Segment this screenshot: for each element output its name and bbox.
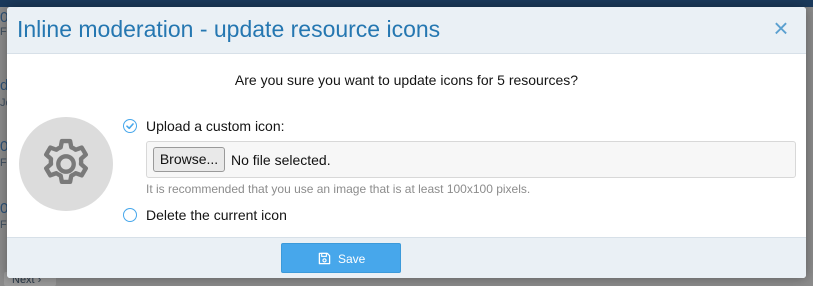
resource-icon-preview [19,117,113,211]
background-topbar [0,0,813,7]
size-hint: It is recommended that you use an image … [146,182,531,196]
dialog-title: Inline moderation - update resource icon… [17,16,441,42]
close-icon[interactable]: × [770,15,792,41]
upload-radio[interactable] [123,119,137,133]
save-label: Save [338,252,366,266]
file-status: No file selected. [231,152,331,168]
dialog-footer: Save [7,237,806,278]
delete-label: Delete the current icon [146,207,287,223]
delete-radio[interactable] [123,208,137,222]
checkmark-icon [126,123,134,130]
confirmation-question: Are you sure you want to update icons fo… [234,72,579,88]
dialog-header: Inline moderation - update resource icon… [7,7,806,54]
file-upload-field: Browse... No file selected. [146,141,796,178]
save-button[interactable]: Save [281,243,401,273]
browse-button[interactable]: Browse... [153,147,225,172]
background-text: F [0,157,7,169]
background-text: F [0,26,7,38]
background-text: F [0,219,7,231]
moderation-dialog: Inline moderation - update resource icon… [7,7,806,278]
upload-label: Upload a custom icon: [146,118,285,134]
save-icon [318,252,331,265]
gear-icon [44,138,88,185]
